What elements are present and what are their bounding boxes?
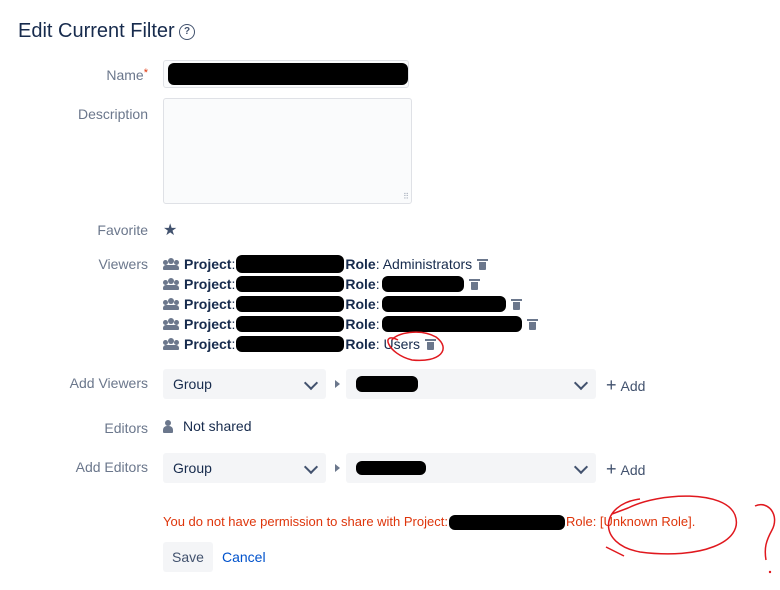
role-label: Role xyxy=(345,276,376,292)
add-editors-label: Add Editors xyxy=(75,459,148,475)
project-label: Project xyxy=(184,316,232,332)
editors-value-text: Not shared xyxy=(183,418,252,434)
save-button[interactable]: Save xyxy=(163,542,213,572)
description-textarea[interactable]: ⠿ xyxy=(163,98,412,204)
add-viewer-label: Add xyxy=(620,377,646,394)
redacted-group xyxy=(356,461,426,475)
group-icon xyxy=(163,258,179,270)
viewer-target-select[interactable] xyxy=(346,369,596,399)
cancel-button[interactable]: Cancel xyxy=(222,549,266,565)
role-value: : xyxy=(375,296,380,312)
editor-type-select[interactable]: Group xyxy=(163,453,326,483)
role-value: : Administrators xyxy=(375,256,473,272)
viewers-label: Viewers xyxy=(98,256,148,272)
person-icon xyxy=(163,419,173,433)
role-value: : Users xyxy=(375,336,421,352)
favorite-label: Favorite xyxy=(97,222,148,238)
editors-value: Not shared xyxy=(163,418,251,434)
redacted-role xyxy=(381,296,506,312)
project-label: Project xyxy=(184,336,232,352)
group-icon xyxy=(163,318,179,330)
group-icon xyxy=(163,298,179,310)
chevron-right-icon xyxy=(335,380,340,388)
role-label: Role xyxy=(345,296,376,312)
add-viewer-button[interactable]: + Add xyxy=(606,375,645,396)
viewer-row: Project: Role: Users xyxy=(163,334,437,354)
role-label: Role xyxy=(345,256,376,272)
editor-type-value: Group xyxy=(173,460,212,476)
redacted-role xyxy=(381,276,464,292)
error-prefix: You do not have permission to share with… xyxy=(163,514,448,529)
plus-icon: + xyxy=(606,375,617,395)
redacted-project xyxy=(236,276,345,292)
page-title: Edit Current Filter xyxy=(18,20,175,42)
name-label: Name* xyxy=(18,67,148,83)
redacted-project xyxy=(236,336,345,352)
redacted-group xyxy=(356,376,418,392)
chevron-down-icon xyxy=(303,375,319,391)
trash-icon[interactable] xyxy=(425,338,437,350)
redacted-project xyxy=(236,255,345,273)
question-circle-icon[interactable]: ? xyxy=(179,24,195,40)
annotation-question-dot xyxy=(768,570,772,574)
description-label: Description xyxy=(77,106,148,122)
trash-icon[interactable] xyxy=(526,318,538,330)
role-label: Role xyxy=(345,336,376,352)
name-label-text: Name xyxy=(106,67,144,83)
project-label: Project xyxy=(184,296,232,312)
project-label: Project xyxy=(184,256,232,272)
group-icon xyxy=(163,338,179,350)
viewer-row: Project: Role: xyxy=(163,274,480,294)
group-icon xyxy=(163,278,179,290)
role-value: : xyxy=(375,316,380,332)
add-editor-label: Add xyxy=(620,461,646,478)
permission-error-message: You do not have permission to share with… xyxy=(163,514,696,531)
redacted-name xyxy=(168,63,408,85)
viewer-type-value: Group xyxy=(173,376,212,392)
redacted-role xyxy=(381,316,522,332)
chevron-down-icon xyxy=(303,459,319,475)
resize-grip-icon[interactable]: ⠿ xyxy=(403,192,409,201)
redacted-project xyxy=(236,296,345,312)
required-asterisk: * xyxy=(143,67,148,79)
viewer-row: Project: Role: Administrators xyxy=(163,254,489,274)
error-suffix: Role: [Unknown Role]. xyxy=(565,514,696,529)
add-viewers-label: Add Viewers xyxy=(69,375,148,391)
chevron-down-icon xyxy=(573,375,589,391)
editor-target-select[interactable] xyxy=(346,453,596,483)
role-value: : xyxy=(375,276,380,292)
name-input[interactable] xyxy=(163,60,409,88)
redacted-project xyxy=(236,316,345,332)
add-editor-button[interactable]: + Add xyxy=(606,459,645,480)
role-label: Role xyxy=(345,316,376,332)
redacted-project xyxy=(448,515,565,531)
annotation-question-mark xyxy=(754,503,776,561)
editors-label: Editors xyxy=(104,420,148,436)
chevron-right-icon xyxy=(335,464,340,472)
project-label: Project xyxy=(184,276,232,292)
star-icon[interactable]: ★ xyxy=(163,220,177,240)
viewer-row: Project: Role: xyxy=(163,314,538,334)
viewer-row: Project: Role: xyxy=(163,294,522,314)
viewer-type-select[interactable]: Group xyxy=(163,369,326,399)
plus-icon: + xyxy=(606,459,617,479)
trash-icon[interactable] xyxy=(510,298,522,310)
trash-icon[interactable] xyxy=(477,258,489,270)
annotation-stroke xyxy=(605,546,625,557)
chevron-down-icon xyxy=(573,459,589,475)
trash-icon[interactable] xyxy=(468,278,480,290)
